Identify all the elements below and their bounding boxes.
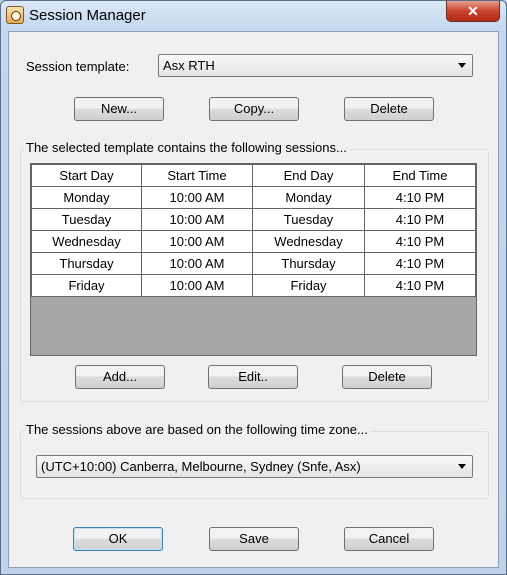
dialog-body: Session template: Asx RTH New... Copy...… [8, 31, 499, 568]
session-template-label: Session template: [26, 59, 130, 74]
table-header-row: Start Day Start Time End Day End Time [31, 164, 476, 187]
cell-end-day: Wednesday [252, 230, 365, 253]
close-icon: ✕ [467, 3, 479, 19]
column-header-end-time[interactable]: End Time [364, 164, 476, 187]
window-title: Session Manager [29, 7, 146, 24]
delete-session-button[interactable]: Delete [342, 365, 432, 389]
new-template-button[interactable]: New... [74, 97, 164, 121]
cell-end-time: 4:10 PM [364, 208, 476, 231]
timezone-group-title: The sessions above are based on the foll… [24, 422, 370, 437]
cell-start-time: 10:00 AM [141, 252, 253, 275]
ok-button[interactable]: OK [73, 527, 163, 551]
sessions-grid[interactable]: Start Day Start Time End Day End Time Mo… [30, 163, 477, 356]
cell-start-time: 10:00 AM [141, 274, 253, 297]
column-header-end-day[interactable]: End Day [252, 164, 365, 187]
cell-start-day: Thursday [31, 252, 142, 275]
timezone-dropdown[interactable]: (UTC+10:00) Canberra, Melbourne, Sydney … [36, 455, 473, 478]
cell-end-time: 4:10 PM [364, 186, 476, 209]
chevron-down-icon [458, 63, 466, 68]
column-header-start-time[interactable]: Start Time [141, 164, 253, 187]
cell-start-day: Monday [31, 186, 142, 209]
cell-start-day: Tuesday [31, 208, 142, 231]
cancel-button[interactable]: Cancel [344, 527, 434, 551]
cell-end-day: Thursday [252, 252, 365, 275]
table-row[interactable]: Tuesday 10:00 AM Tuesday 4:10 PM [31, 208, 476, 231]
cell-start-time: 10:00 AM [141, 208, 253, 231]
table-row[interactable]: Thursday 10:00 AM Thursday 4:10 PM [31, 252, 476, 275]
delete-template-button[interactable]: Delete [344, 97, 434, 121]
chevron-down-icon [458, 464, 466, 469]
cell-start-day: Friday [31, 274, 142, 297]
session-template-value: Asx RTH [163, 58, 215, 73]
copy-template-button[interactable]: Copy... [209, 97, 299, 121]
add-session-button[interactable]: Add... [75, 365, 165, 389]
table-row[interactable]: Monday 10:00 AM Monday 4:10 PM [31, 186, 476, 209]
cell-start-time: 10:00 AM [141, 230, 253, 253]
close-button[interactable]: ✕ [446, 1, 500, 22]
column-header-start-day[interactable]: Start Day [31, 164, 142, 187]
table-row[interactable]: Wednesday 10:00 AM Wednesday 4:10 PM [31, 230, 476, 253]
session-manager-window: Session Manager ✕ Session template: Asx … [0, 0, 507, 575]
sessions-table: Start Day Start Time End Day End Time Mo… [31, 164, 476, 297]
title-bar[interactable]: Session Manager ✕ [1, 1, 506, 31]
cell-end-time: 4:10 PM [364, 252, 476, 275]
edit-session-button[interactable]: Edit.. [208, 365, 298, 389]
cell-end-time: 4:10 PM [364, 274, 476, 297]
cell-end-day: Tuesday [252, 208, 365, 231]
session-template-dropdown[interactable]: Asx RTH [158, 54, 473, 77]
table-row[interactable]: Friday 10:00 AM Friday 4:10 PM [31, 274, 476, 297]
cell-start-time: 10:00 AM [141, 186, 253, 209]
save-button[interactable]: Save [209, 527, 299, 551]
app-icon[interactable] [6, 6, 24, 24]
sessions-group-title: The selected template contains the follo… [24, 140, 349, 155]
cell-start-day: Wednesday [31, 230, 142, 253]
cell-end-time: 4:10 PM [364, 230, 476, 253]
timezone-value: (UTC+10:00) Canberra, Melbourne, Sydney … [41, 459, 361, 474]
cell-end-day: Monday [252, 186, 365, 209]
cell-end-day: Friday [252, 274, 365, 297]
